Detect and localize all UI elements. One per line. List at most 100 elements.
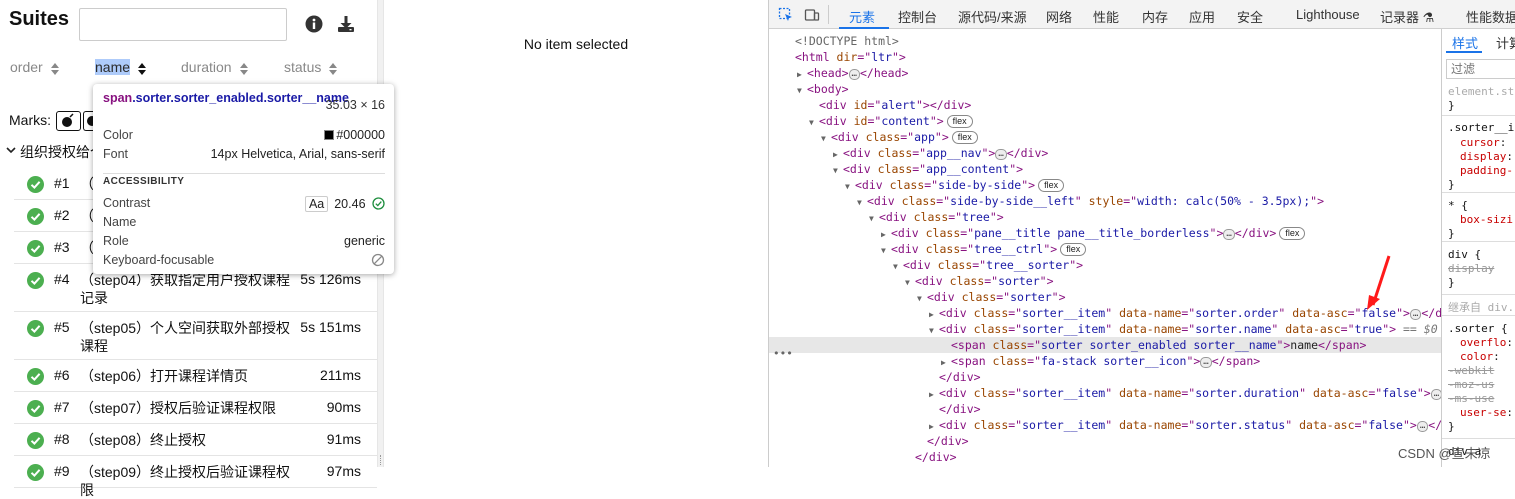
dom-node[interactable]: ▼ <div id="content"> flex — [769, 113, 1441, 129]
dom-node[interactable]: <!DOCTYPE html> — [769, 33, 1441, 49]
dom-node[interactable]: </div> — [769, 401, 1441, 417]
dom-node[interactable]: ▼ <div class="app__content"> — [769, 161, 1441, 177]
dom-node[interactable]: ▼ <div class="sorter"> — [769, 273, 1441, 289]
dom-token: sorter sorter_enabled sorter__name — [1041, 338, 1277, 352]
style-rule-line[interactable]: cursor: — [1460, 136, 1506, 150]
style-rule-line[interactable]: user-se: — [1460, 406, 1513, 420]
flex-badge[interactable]: flex — [951, 131, 978, 144]
devtools-tab[interactable]: 内存 — [1142, 7, 1168, 26]
devtools-tab[interactable]: 记录器 ⚗ — [1380, 7, 1434, 26]
collapsed-ellipsis[interactable]: … — [848, 69, 860, 80]
dom-token: </div> — [1234, 226, 1277, 240]
devtools-tab[interactable]: 源代码/来源 — [958, 7, 1027, 26]
dom-token: =" — [948, 210, 963, 224]
test-case-number: #8 — [54, 431, 70, 447]
devtools-tab[interactable]: 控制台 — [898, 7, 937, 26]
test-case-row[interactable]: #8 （step08）终止授权 91ms — [14, 424, 377, 456]
dom-node[interactable]: ▼ <div class="tree__sorter"> — [769, 257, 1441, 273]
style-rule-line[interactable]: overflo: — [1460, 336, 1513, 350]
styles-filter-input[interactable] — [1446, 59, 1515, 79]
dom-token: class — [925, 226, 961, 240]
dom-node[interactable]: ▼ <div class="tree__ctrl"> flex — [769, 241, 1441, 257]
dom-token: <div — [939, 322, 974, 336]
dom-token: =" — [960, 242, 975, 256]
download-icon[interactable] — [337, 15, 355, 33]
dom-node[interactable]: ▶ <div class="sorter__item" data-name="so… — [769, 385, 1441, 401]
dom-node[interactable]: ▶ <div class="sorter__item" data-name="so… — [769, 417, 1441, 433]
dom-node[interactable]: <html dir="ltr"> — [769, 49, 1441, 65]
styles-tab[interactable]: 计算 — [1496, 33, 1515, 52]
test-case-duration: 97ms — [326, 463, 361, 479]
style-rule-line[interactable]: padding-: — [1460, 164, 1515, 178]
test-case-name: （step07）授权后验证课程权限 — [80, 400, 277, 416]
dom-token: data-asc — [1299, 418, 1355, 432]
test-case-name: （step04）获取指定用户授权课程记录 — [80, 272, 291, 306]
test-case-row[interactable]: #6 （step06）打开课程详情页 211ms — [14, 360, 377, 392]
splitter-grip[interactable] — [380, 455, 382, 465]
dom-node[interactable]: ▶ <div class="app__nav">… </div> — [769, 145, 1441, 161]
styles-tab[interactable]: 样式 — [1452, 33, 1478, 52]
devtools-tab[interactable]: 性能 — [1093, 7, 1119, 26]
test-case-row[interactable]: #7 （step07）授权后验证课程权限 90ms — [14, 392, 377, 424]
flex-badge[interactable]: flex — [1279, 227, 1306, 240]
dom-node[interactable]: ▼ <div class="side-by-side"> flex — [769, 177, 1441, 193]
sorter-status[interactable]: status — [284, 59, 338, 77]
style-rule-divider — [1442, 315, 1515, 316]
info-circle-icon[interactable] — [305, 15, 323, 33]
dom-node[interactable]: ▼ <div class="tree"> — [769, 209, 1441, 225]
test-case-row[interactable]: #5 （step05）个人空间获取外部授权课程 5s 151ms — [14, 312, 377, 360]
devtools-tab[interactable]: 性能数据 — [1466, 7, 1515, 26]
sorter-duration[interactable]: duration — [181, 59, 248, 77]
dom-token: "> — [989, 210, 1004, 224]
dom-token: fa-stack sorter__icon — [1041, 354, 1187, 368]
dom-token: =" — [1181, 418, 1196, 432]
flex-badge[interactable]: flex — [1038, 179, 1065, 192]
dom-node[interactable]: ▶ <div class="sorter__item" data-name="so… — [769, 305, 1441, 321]
collapsed-ellipsis[interactable]: … — [1200, 357, 1212, 368]
sorter-name[interactable]: name — [95, 59, 147, 77]
dom-node[interactable]: </div> — [769, 369, 1441, 385]
dom-node[interactable]: </div> — [769, 449, 1441, 465]
dom-node[interactable]: ▶ <div class="pane__title pane__title_bor… — [769, 225, 1441, 241]
search-input[interactable] — [79, 8, 287, 41]
dom-node[interactable]: ▶ <span class="fa-stack sorter__icon">… </… — [769, 353, 1441, 369]
dom-node[interactable]: ▶ <head>… </head> — [769, 65, 1441, 81]
dom-token: <div — [831, 130, 866, 144]
device-toolbar-icon[interactable] — [804, 7, 820, 23]
style-rule-line[interactable]: box-sizi: — [1460, 213, 1515, 227]
dom-node[interactable]: ▼ <div class="app"> flex — [769, 129, 1441, 145]
dom-node[interactable]: ▼ <body> — [769, 81, 1441, 97]
dom-node[interactable]: ▼ <div class="sorter"> — [769, 289, 1441, 305]
collapsed-ellipsis[interactable]: … — [1416, 421, 1429, 432]
test-case-name: （step09）终止授权后验证课程权限 — [80, 464, 291, 498]
dom-node[interactable]: ▼ <div class="side-by-side__left" style="… — [769, 193, 1441, 209]
dom-node[interactable]: <div id="alert"></div> — [769, 97, 1441, 113]
dom-node-selected[interactable]: <span class="sorter sorter_enabled sorte… — [769, 337, 1441, 353]
collapsed-ellipsis[interactable]: … — [995, 149, 1007, 160]
mark-flaky-toggle[interactable] — [56, 111, 81, 131]
style-rule-line[interactable]: color: — [1460, 350, 1500, 364]
collapsed-ellipsis[interactable]: … — [1223, 229, 1235, 240]
devtools-tab[interactable]: 应用 — [1189, 7, 1215, 26]
devtools-tab[interactable]: Lighthouse — [1296, 7, 1360, 22]
sorter-order[interactable]: order — [10, 59, 59, 77]
test-case-row[interactable]: #9 （step09）终止授权后验证课程权限 97ms — [14, 456, 377, 498]
dom-token: =" — [1008, 306, 1023, 320]
passed-status-icon — [27, 432, 44, 449]
dom-token: class — [889, 178, 925, 192]
flex-badge[interactable]: flex — [1060, 243, 1087, 256]
test-case-number: #6 — [54, 367, 70, 383]
devtools-tab[interactable]: 安全 — [1237, 7, 1263, 26]
dom-token: id — [853, 114, 868, 128]
flex-badge[interactable]: flex — [946, 115, 973, 128]
dom-node[interactable]: ▼ <div class="sorter__item" data-name="so… — [769, 321, 1441, 337]
dom-token: class — [961, 290, 997, 304]
collapsed-ellipsis[interactable]: … — [1409, 309, 1422, 320]
collapsed-ellipsis[interactable]: … — [1430, 389, 1441, 400]
style-rule-line[interactable]: display: — [1460, 150, 1513, 164]
inspect-element-icon[interactable] — [778, 7, 794, 23]
dom-node[interactable]: </div> — [769, 433, 1441, 449]
devtools-tab[interactable]: 网络 — [1046, 7, 1072, 26]
gutter-ellipsis[interactable]: ••• — [773, 347, 793, 360]
devtools-tab[interactable]: 元素 — [849, 7, 875, 26]
